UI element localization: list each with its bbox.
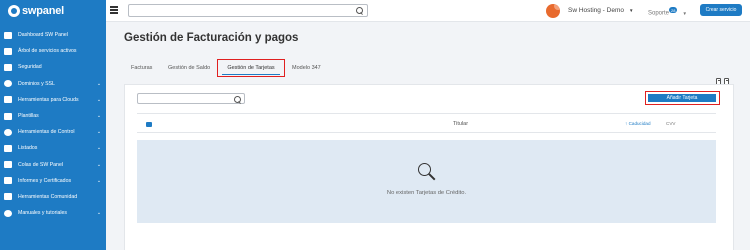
sort-asc-icon: ↑ [625,121,628,126]
sidebar-item-manuals[interactable]: Manuales y tutoriales ⌄ [0,205,106,221]
search-icon[interactable] [234,95,241,103]
chevron-down-icon: ⌄ [96,161,102,168]
tab-model-347[interactable]: Modelo 347 [292,65,321,71]
support-label: Soporte [648,10,670,17]
sidebar-item-label: Listados [18,145,38,152]
sidebar-item-domains[interactable]: Dominios y SSL ⌄ [0,76,106,92]
caret-down-icon: ▼ [682,10,687,16]
globe-icon [4,80,12,88]
layers-icon [4,161,12,169]
list-icon [4,144,12,152]
cards-search-input[interactable] [138,101,228,111]
create-service-button[interactable]: Crear servicio [700,4,742,16]
sidebar-item-label: Herramientas de Control [18,129,75,136]
search-icon [418,163,436,181]
sidebar-item-label: Colas de SW Panel [18,161,63,168]
global-search-input[interactable] [129,11,349,23]
empty-state-message: No existen Tarjetas de Crédito. [386,190,467,196]
logo-text: swpanel [22,5,65,17]
sidebar-nav: Dashboard SW Panel Árbol de servicios ac… [0,27,106,221]
chevron-down-icon: ⌄ [96,210,102,217]
cards-search [137,93,245,111]
card-type-icon [146,122,152,127]
report-icon [4,177,12,185]
sidebar-item-services-tree[interactable]: Árbol de servicios activos [0,43,106,59]
sidebar-item-label: Seguridad [18,64,42,71]
chevron-down-icon: ⌄ [96,113,102,120]
dashboard-icon [4,31,12,39]
sidebar-item-security[interactable]: Seguridad [0,59,106,75]
add-card-button[interactable]: Añadir Tarjeta [648,94,716,102]
sidebar-item-templates[interactable]: Plantillas ⌄ [0,108,106,124]
top-bar: Sw Hosting - Demo ▼ Soporte28 ▼ Crear serv… [106,0,750,23]
help-icon [4,209,12,217]
sidebar-item-cloud-tools[interactable]: Herramientas para Clouds ⌄ [0,92,106,108]
sidebar-item-label: Dominios y SSL [18,80,55,87]
account-selector[interactable]: Sw Hosting - Demo ▼ [568,7,633,14]
logo-icon [8,5,20,17]
tree-icon [4,47,12,55]
tab-invoices[interactable]: Facturas [131,65,152,71]
community-icon [4,193,12,201]
sidebar-item-reports[interactable]: Informes y Certificados ⌄ [0,173,106,189]
toolbox-icon [4,96,12,104]
template-icon [4,112,12,120]
page-title: Gestión de Facturación y pagos [124,32,299,44]
search-icon[interactable] [356,7,363,14]
chevron-down-icon: ⌄ [96,129,102,136]
account-selector-label: Sw Hosting - Demo [568,7,624,14]
sidebar-item-label: Plantillas [18,113,39,120]
sidebar-item-label: Dashboard SW Panel [18,32,68,39]
empty-state: No existen Tarjetas de Crédito. [137,140,716,223]
sidebar-item-label: Árbol de servicios activos [18,48,77,55]
chevron-down-icon: ⌄ [96,177,102,184]
chevron-down-icon: ⌄ [96,145,102,152]
sidebar-item-label: Informes y Certificados [18,177,72,184]
sidebar-item-community-tools[interactable]: Herramientas Comunidad [0,189,106,205]
cards-table-header: Titular ↑ Caducidad CVV [137,113,716,133]
sidebar-item-label: Herramientas para Clouds [18,96,79,103]
column-header-caducidad-label: Caducidad [628,121,651,126]
column-header-titular[interactable]: Titular [453,121,468,127]
account-logo-icon [546,4,560,18]
check-circle-icon [4,128,12,136]
shield-icon [4,63,12,71]
tab-balance[interactable]: Gestión de Saldo [168,65,210,71]
logo[interactable]: swpanel [0,0,106,22]
caret-down-icon: ▼ [629,8,634,13]
support-menu[interactable]: Soporte28 ▼ [648,7,687,17]
column-header-cvv[interactable]: CVV [666,121,675,126]
menu-toggle-icon[interactable] [110,6,118,14]
chevron-down-icon: ⌄ [96,96,102,103]
sidebar-item-control-tools[interactable]: Herramientas de Control ⌄ [0,124,106,140]
global-search [128,4,368,23]
chevron-down-icon: ⌄ [96,80,102,87]
sidebar-item-queues[interactable]: Colas de SW Panel ⌄ [0,157,106,173]
sidebar: swpanel Dashboard SW Panel Árbol de serv… [0,0,106,250]
column-header-caducidad[interactable]: ↑ Caducidad [625,121,651,126]
sidebar-item-label: Manuales y tutoriales [18,210,68,217]
support-badge: 28 [669,7,678,13]
sidebar-item-dashboard[interactable]: Dashboard SW Panel [0,27,106,43]
sidebar-item-listings[interactable]: Listados ⌄ [0,140,106,156]
tab-cards[interactable]: Gestión de Tarjetas [217,59,285,77]
sidebar-item-label: Herramientas Comunidad [18,193,78,200]
tab-cards-label: Gestión de Tarjetas [227,65,275,71]
